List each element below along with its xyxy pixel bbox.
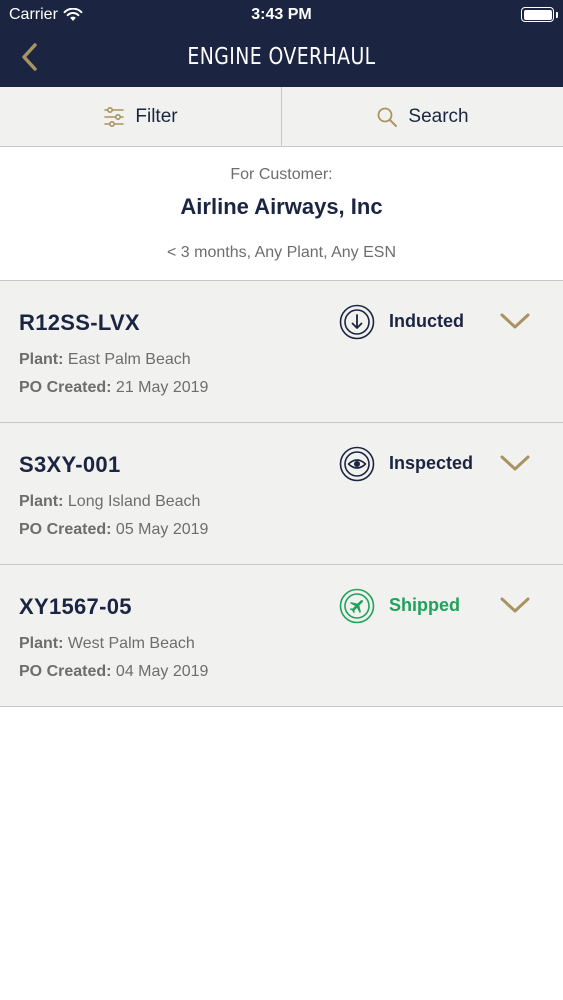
plant-label: Plant:: [19, 635, 64, 652]
po-created-label: PO Created:: [19, 379, 112, 396]
filter-summary[interactable]: < 3 months, Any Plant, Any ESN: [0, 244, 563, 262]
battery-icon: [521, 7, 554, 22]
customer-header: For Customer: Airline Airways, Inc < 3 m…: [0, 147, 563, 281]
chevron-down-icon[interactable]: [498, 452, 532, 474]
airplane-circle-icon: [339, 588, 375, 624]
status-badge: Inducted: [389, 311, 464, 331]
order-row[interactable]: R12SS-LVX Inducted Plant: East Palm Beac…: [0, 281, 563, 423]
po-created-info: PO Created: 05 May 2019: [19, 521, 208, 539]
arrow-down-circle-icon: [339, 304, 375, 340]
search-label: Search: [408, 105, 469, 127]
chevron-left-icon: [22, 43, 37, 71]
plant-value: West Palm Beach: [67, 635, 195, 652]
po-created-label: PO Created:: [19, 521, 112, 538]
po-created-value: 04 May 2019: [115, 663, 209, 680]
plant-value: East Palm Beach: [67, 351, 191, 368]
customer-name: Airline Airways, Inc: [180, 194, 383, 219]
status-bar: Carrier 3:43 PM: [0, 0, 563, 30]
nav-bar: ENGINE OVERHAUL: [0, 30, 563, 87]
eye-circle-icon: [339, 446, 375, 482]
customer-label: For Customer:: [230, 166, 333, 183]
clock: 3:43 PM: [251, 6, 312, 23]
back-button[interactable]: [12, 40, 46, 74]
sliders-icon: [104, 106, 125, 127]
po-created-value: 05 May 2019: [115, 521, 209, 538]
po-created-label: PO Created:: [19, 663, 112, 680]
battery-cap: [555, 12, 558, 18]
filter-button[interactable]: Filter: [0, 87, 281, 146]
plant-info: Plant: East Palm Beach: [19, 351, 191, 369]
plant-label: Plant:: [19, 493, 64, 510]
page-title: ENGINE OVERHAUL: [187, 44, 376, 70]
chevron-down-icon[interactable]: [498, 310, 532, 332]
search-button[interactable]: Search: [281, 87, 563, 146]
order-id: R12SS-LVX: [19, 310, 140, 335]
status-badge: Shipped: [389, 595, 460, 615]
plant-info: Plant: Long Island Beach: [19, 493, 200, 511]
plant-label: Plant:: [19, 351, 64, 368]
order-id: S3XY-001: [19, 452, 121, 477]
status-badge: Inspected: [389, 453, 474, 473]
plant-info: Plant: West Palm Beach: [19, 635, 195, 653]
filter-label: Filter: [135, 105, 178, 127]
toolbar: Filter Search: [0, 87, 563, 147]
order-id: XY1567-05: [19, 594, 132, 619]
po-created-info: PO Created: 21 May 2019: [19, 379, 208, 397]
order-row[interactable]: S3XY-001 Inspected Plant: Long Island Be…: [0, 423, 563, 565]
po-created-value: 21 May 2019: [115, 379, 209, 396]
header: Carrier 3:43 PM ENGINE OVERHAUL: [0, 0, 563, 87]
plant-value: Long Island Beach: [67, 493, 201, 510]
search-icon: [377, 107, 398, 127]
order-row[interactable]: XY1567-05 Shipped Plant: West Palm Beach…: [0, 565, 563, 707]
po-created-info: PO Created: 04 May 2019: [19, 663, 208, 681]
chevron-down-icon[interactable]: [498, 594, 532, 616]
